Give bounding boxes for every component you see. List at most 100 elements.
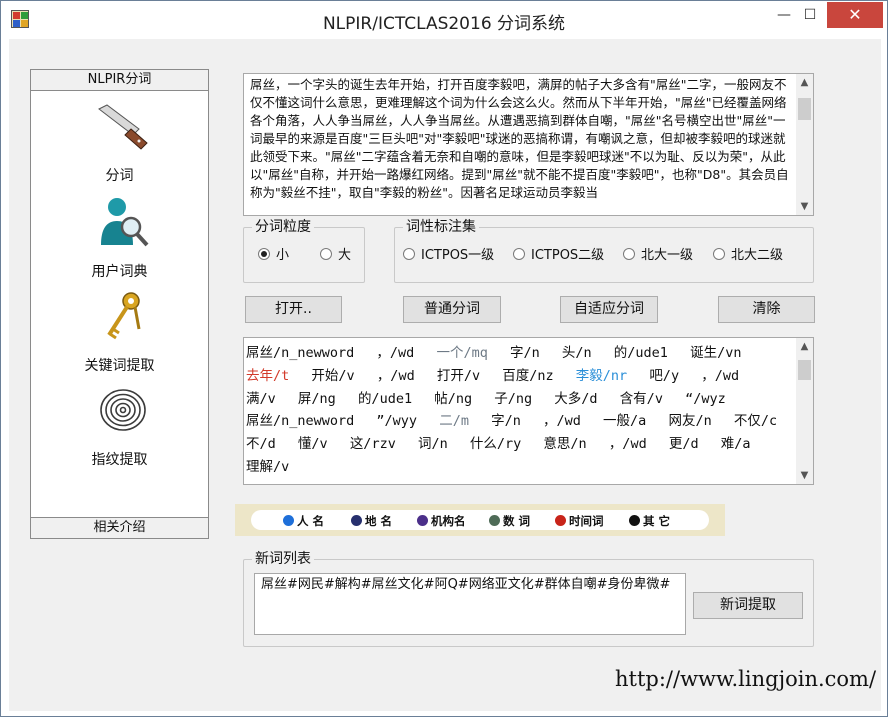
user-dictionary-icon xyxy=(101,198,149,247)
red-ball-icon xyxy=(555,515,566,526)
radio-granularity-large[interactable]: 大 xyxy=(320,244,351,263)
legend-numeral: 数 词 xyxy=(489,513,530,529)
scroll-down-arrow-icon[interactable]: ▼ xyxy=(796,467,813,484)
segmented-token: 李毅/nr xyxy=(575,367,628,384)
segmented-token: 屏/ng xyxy=(297,390,336,407)
maximize-button[interactable]: ☐ xyxy=(797,2,823,28)
radio-unselected-icon xyxy=(623,248,635,260)
close-button[interactable]: ✕ xyxy=(827,2,883,28)
legend-organization-name: 机构名 xyxy=(417,513,466,529)
minimize-button[interactable]: — xyxy=(771,2,797,28)
segmented-token: 去年/t xyxy=(246,367,290,384)
segmented-token: 子/ng xyxy=(494,390,533,407)
fingerprint-icon xyxy=(100,389,146,431)
segmented-token: 不仅/c xyxy=(733,413,778,430)
nav-item-label: 分词 xyxy=(105,168,134,184)
segmented-token: 字/n xyxy=(491,413,521,430)
extract-new-words-button[interactable]: 新词提取 xyxy=(693,592,803,619)
nav-item-user-dictionary[interactable]: 用户词典 xyxy=(31,195,208,281)
segmented-token: 的/ude1 xyxy=(613,345,668,361)
segmented-token: 大多/d xyxy=(554,390,598,407)
footer-url: http://www.lingjoin.com/ xyxy=(615,667,877,691)
green-ball-icon xyxy=(489,515,500,526)
nav-item-label: 关键词提取 xyxy=(84,358,155,374)
keys-icon xyxy=(107,292,141,340)
segmentation-result-text: 屌丝/n_newword ，/wd 一个/mq 字/n 头/n 的/ude1 诞… xyxy=(246,342,792,479)
segmented-token: 不/d xyxy=(246,436,276,453)
nav-item-label: 指纹提取 xyxy=(91,452,148,468)
segmented-token: 二/m xyxy=(439,413,469,430)
radio-ictpos-1[interactable]: ICTPOS一级 xyxy=(403,244,494,263)
segmentation-result-area[interactable]: 屌丝/n_newword ，/wd 一个/mq 字/n 头/n 的/ude1 诞… xyxy=(243,337,814,485)
segmented-token: ”/wyy xyxy=(376,413,418,430)
open-button[interactable]: 打开.. xyxy=(245,296,342,323)
nav-item-fingerprint-extraction[interactable]: 指纹提取 xyxy=(31,383,208,469)
radio-pku-1[interactable]: 北大一级 xyxy=(623,244,693,263)
source-text-area[interactable]: 屌丝，一个字头的诞生去年开始，打开百度李毅吧，满屏的帖子大多含有"屌丝"二字，一… xyxy=(243,73,814,216)
segmented-token: ，/wd xyxy=(701,367,740,384)
source-text-scrollbar[interactable]: ▲ ▼ xyxy=(796,74,813,215)
window-title: NLPIR/ICTCLAS2016 分词系统 xyxy=(322,14,566,34)
blue-ball-icon xyxy=(283,515,294,526)
pos-tagging-legend: 词性标注集 xyxy=(403,219,479,235)
nav-header-segmentation[interactable]: NLPIR分词 xyxy=(30,69,209,91)
client-area: NLPIR分词 分词 用户词典 关键词提取 指纹提取 相关介绍 屌丝，一个字头的… xyxy=(9,39,881,711)
segmented-token: 开始/v xyxy=(311,367,355,384)
segmented-token: 帖/ng xyxy=(434,390,473,407)
segmented-token: 百度/nz xyxy=(502,367,554,384)
segmented-token: 网友/n xyxy=(668,413,712,430)
segmented-token: 一个/mq xyxy=(436,345,488,361)
segmented-token: 词/n xyxy=(417,436,448,453)
scroll-thumb[interactable] xyxy=(798,360,811,380)
pos-tagging-group: 词性标注集 ICTPOS一级 ICTPOS二级 北大一级 北大二级 xyxy=(394,219,814,283)
legend-time-word: 时间词 xyxy=(555,513,604,529)
title-bar[interactable]: NLPIR/ICTCLAS2016 分词系统 — ☐ ✕ xyxy=(1,1,887,39)
navy-ball-icon xyxy=(351,515,362,526)
segmented-token: ，/wd xyxy=(376,345,415,361)
scroll-up-arrow-icon[interactable]: ▲ xyxy=(796,74,813,91)
segmented-token: 一般/a xyxy=(603,413,647,430)
new-words-list[interactable]: 屌丝#网民#解构#屌丝文化#阿Q#网络亚文化#群体自嘲#身份卑微# xyxy=(254,573,686,635)
normal-segmentation-button[interactable]: 普通分词 xyxy=(403,296,501,323)
segmented-token: 的/ude1 xyxy=(357,390,413,407)
app-window: NLPIR/ICTCLAS2016 分词系统 — ☐ ✕ NLPIR分词 分词 xyxy=(0,0,888,717)
knife-icon xyxy=(98,104,148,150)
radio-unselected-icon xyxy=(320,248,332,260)
segmented-token: ，/wd xyxy=(543,413,581,430)
nav-item-segmentation[interactable]: 分词 xyxy=(31,99,208,185)
legend-place-name: 地 名 xyxy=(351,513,392,529)
segmented-token: 满/v xyxy=(246,390,276,407)
radio-granularity-small[interactable]: 小 xyxy=(258,244,289,263)
segmented-token: 难/a xyxy=(720,436,751,453)
adaptive-segmentation-button[interactable]: 自适应分词 xyxy=(560,296,658,323)
segmented-token: 字/n xyxy=(509,345,540,361)
segmented-token: 这/rzv xyxy=(349,436,396,453)
scroll-up-arrow-icon[interactable]: ▲ xyxy=(796,338,813,355)
radio-pku-2[interactable]: 北大二级 xyxy=(713,244,783,263)
radio-ictpos-2[interactable]: ICTPOS二级 xyxy=(513,244,604,263)
radio-unselected-icon xyxy=(713,248,725,260)
clear-button[interactable]: 清除 xyxy=(718,296,815,323)
granularity-legend: 分词粒度 xyxy=(252,219,314,235)
nav-item-label: 用户词典 xyxy=(91,264,148,280)
segmented-token: 诞生/vn xyxy=(690,345,742,361)
segmented-token: 屌丝/n_newword xyxy=(246,345,355,361)
nav-panel: 分词 用户词典 关键词提取 指纹提取 xyxy=(30,91,209,517)
nav-item-keyword-extraction[interactable]: 关键词提取 xyxy=(31,289,208,375)
result-scrollbar[interactable]: ▲ ▼ xyxy=(796,338,813,484)
black-ball-icon xyxy=(629,515,640,526)
nav-footer-about[interactable]: 相关介绍 xyxy=(30,517,209,539)
segmented-token: 头/n xyxy=(561,345,592,361)
scroll-thumb[interactable] xyxy=(798,98,811,120)
new-words-legend: 新词列表 xyxy=(252,551,314,567)
segmented-token: ，/wd xyxy=(376,367,415,384)
radio-unselected-icon xyxy=(403,248,415,260)
radio-selected-icon xyxy=(258,248,270,260)
radio-unselected-icon xyxy=(513,248,525,260)
segmented-token: “/wyz xyxy=(685,390,726,407)
granularity-group: 分词粒度 小 大 xyxy=(243,219,365,283)
segmented-token: 什么/ry xyxy=(469,436,522,453)
segmented-token: 意思/n xyxy=(543,436,587,453)
segmented-token: 屌丝/n_newword xyxy=(246,413,355,430)
scroll-down-arrow-icon[interactable]: ▼ xyxy=(796,198,813,215)
